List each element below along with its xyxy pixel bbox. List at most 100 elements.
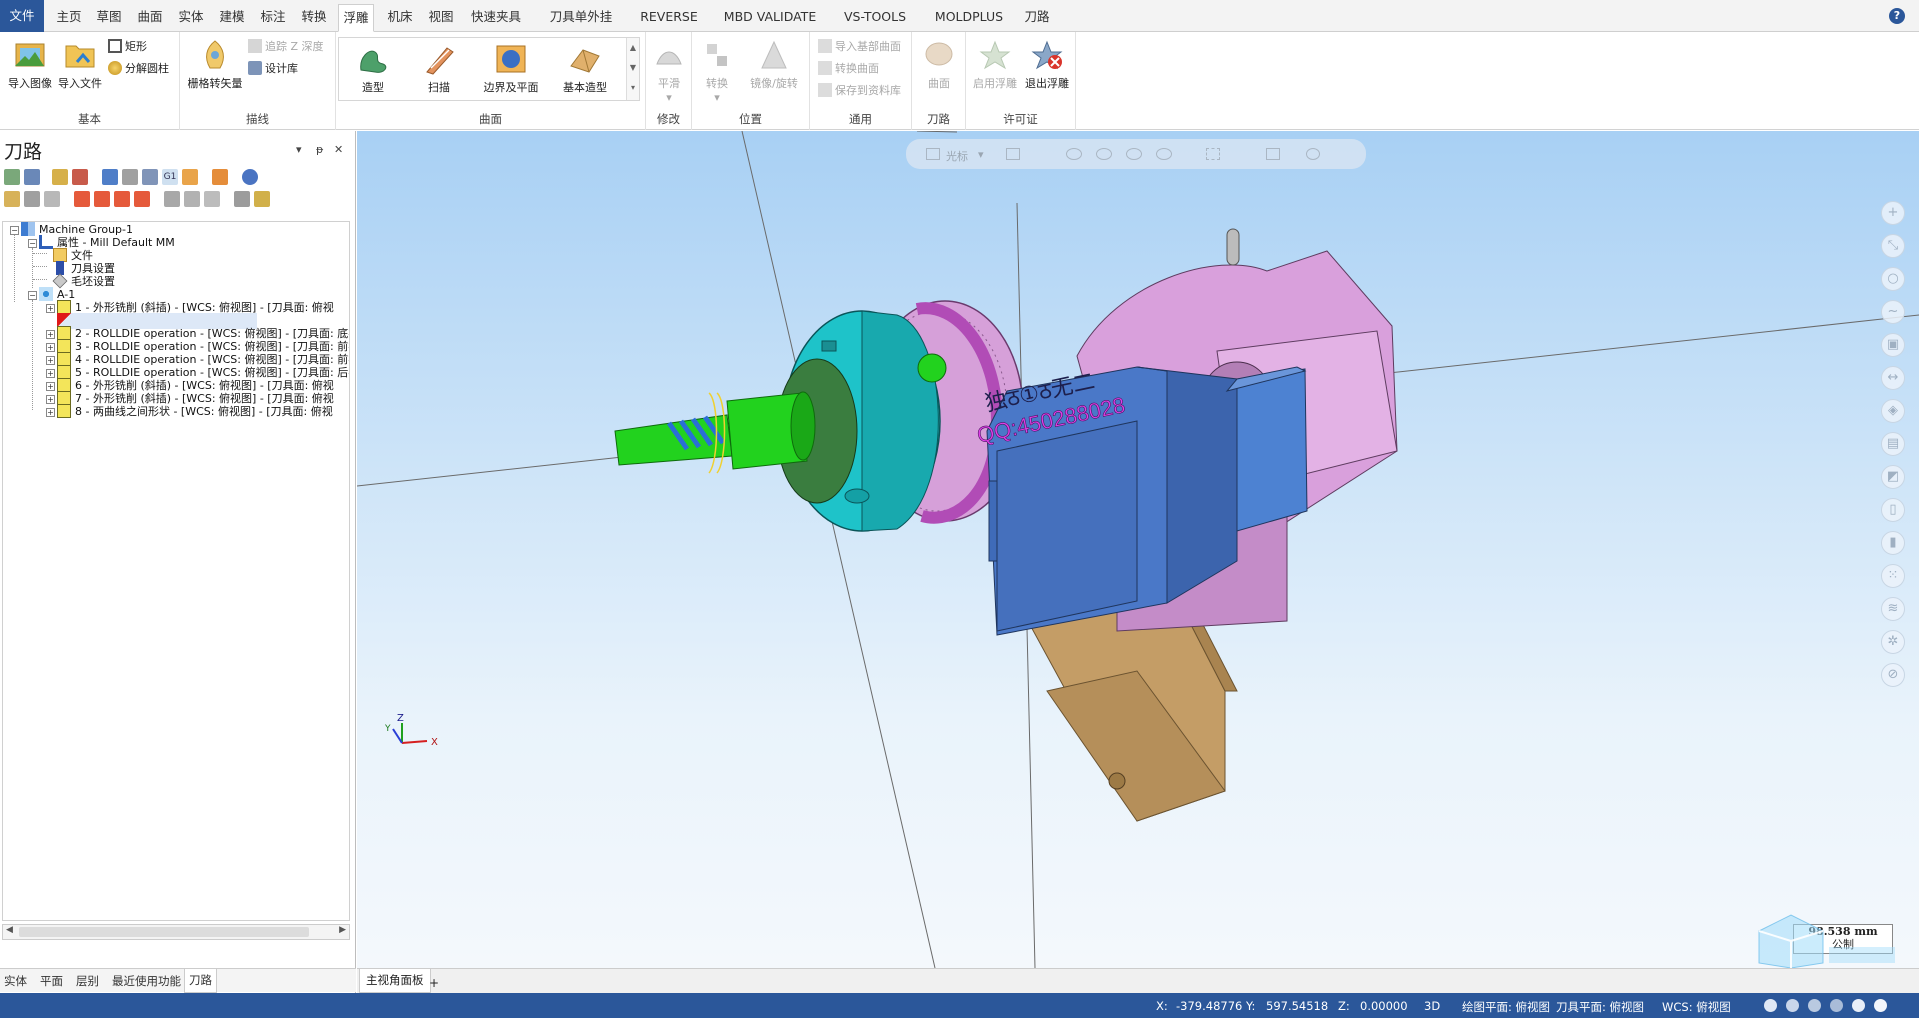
import-image-button[interactable]: 导入图像 bbox=[6, 38, 54, 91]
tab-relief[interactable]: 浮雕 bbox=[338, 4, 374, 32]
regenerate-dirty-icon[interactable] bbox=[72, 169, 88, 185]
analyze-icon[interactable]: ◈ bbox=[1881, 399, 1905, 423]
gplane-status[interactable]: 绘图平面: 俯视图 bbox=[1462, 999, 1550, 1015]
insert-arrow-icon[interactable] bbox=[114, 191, 130, 207]
grid-icon[interactable]: ⁙ bbox=[1881, 564, 1905, 588]
verify-icon[interactable] bbox=[122, 169, 138, 185]
view-cube-icon[interactable]: ▣ bbox=[1881, 333, 1905, 357]
shape-button[interactable]: 造型 bbox=[343, 42, 403, 95]
tab-transform[interactable]: 转换 bbox=[298, 4, 330, 31]
hidden-mode-icon[interactable] bbox=[1808, 999, 1821, 1012]
tab-quick-fixture[interactable]: 快速夹具 bbox=[466, 4, 526, 31]
display-mode-icon[interactable] bbox=[1764, 999, 1777, 1012]
tab-view[interactable]: 视图 bbox=[425, 4, 457, 31]
expand-toggle[interactable]: + bbox=[46, 369, 55, 378]
section-icon[interactable]: ▮ bbox=[1881, 531, 1905, 555]
regenerate-icon[interactable] bbox=[52, 169, 68, 185]
tab-moldplus[interactable]: MOLDPLUS bbox=[924, 4, 1014, 31]
tree-horizontal-scrollbar[interactable]: ◀ ▶ bbox=[2, 924, 350, 940]
select-all-icon[interactable] bbox=[4, 169, 20, 185]
panel-dropdown-icon[interactable]: ▾ bbox=[296, 143, 302, 156]
grid-to-vector-button[interactable]: 栅格转矢量 bbox=[186, 38, 244, 91]
tab-model-prep[interactable]: 建模 bbox=[216, 4, 248, 31]
shaded-mode-icon[interactable] bbox=[1830, 999, 1843, 1012]
show-holder-icon[interactable] bbox=[204, 191, 220, 207]
enable-relief-button[interactable]: 启用浮雕 bbox=[970, 38, 1020, 91]
tab-levels-manager[interactable]: 层别 bbox=[76, 973, 99, 989]
tab-sketch[interactable]: 草图 bbox=[93, 4, 125, 31]
save-to-library-button[interactable]: 保存到资料库 bbox=[818, 82, 901, 100]
help-toolpath-icon[interactable] bbox=[242, 169, 258, 185]
toggle-display-icon[interactable] bbox=[24, 191, 40, 207]
mirror-rotate-button[interactable]: 镜像/旋转 bbox=[742, 38, 806, 91]
sweep-button[interactable]: 扫描 bbox=[409, 42, 469, 95]
scroll-right-icon[interactable]: ▶ bbox=[339, 925, 346, 935]
options-icon[interactable] bbox=[254, 191, 270, 207]
import-file-button[interactable]: 导入文件 bbox=[56, 38, 104, 91]
expand-toggle[interactable]: − bbox=[28, 239, 37, 248]
tplane-status[interactable]: 刀具平面: 俯视图 bbox=[1556, 999, 1644, 1015]
post-g1-icon[interactable]: G1 bbox=[162, 169, 178, 185]
transform-button[interactable]: 转换 ▾ bbox=[696, 38, 738, 104]
wcs-status[interactable]: WCS: 俯视图 bbox=[1662, 999, 1731, 1015]
post-icon[interactable] bbox=[182, 169, 198, 185]
fit-icon[interactable]: ⤡ bbox=[1881, 234, 1905, 258]
zoom-in-icon[interactable]: + bbox=[1881, 201, 1905, 225]
mode-3d[interactable]: 3D bbox=[1424, 999, 1440, 1013]
z-coord-value[interactable]: 0.00000 bbox=[1360, 999, 1408, 1013]
scroll-arrow-icon[interactable] bbox=[134, 191, 150, 207]
wire-mode-icon[interactable] bbox=[1786, 999, 1799, 1012]
stack-icon[interactable]: ≋ bbox=[1881, 597, 1905, 621]
rectangle-button[interactable]: 矩形 bbox=[108, 38, 147, 56]
tab-solids[interactable]: 实体 bbox=[175, 4, 207, 31]
expand-toggle[interactable]: + bbox=[46, 382, 55, 391]
deselect-icon[interactable] bbox=[24, 169, 40, 185]
tab-toolpaths-manager[interactable]: 刀路 bbox=[184, 969, 217, 993]
tab-drafting[interactable]: 标注 bbox=[257, 4, 289, 31]
expand-toggle[interactable]: − bbox=[10, 226, 19, 235]
tree-operation[interactable]: 8 - 两曲线之间形状 - [WCS: 俯视图] - [刀具面: 俯视 bbox=[57, 404, 333, 420]
y-coord-value[interactable]: 597.54518 bbox=[1266, 999, 1328, 1013]
lock-icon[interactable] bbox=[4, 191, 20, 207]
high-feed-icon[interactable] bbox=[212, 169, 228, 185]
tab-recent-functions[interactable]: 最近使用功能 bbox=[112, 973, 181, 989]
x-coord-value[interactable]: -379.48776 bbox=[1176, 999, 1242, 1013]
toggle-post-icon[interactable] bbox=[44, 191, 60, 207]
surface-toolpath-button[interactable]: 曲面 bbox=[918, 38, 960, 91]
move-up-icon[interactable] bbox=[94, 191, 110, 207]
tab-solids-manager[interactable]: 实体 bbox=[4, 973, 27, 989]
tab-tool-sheet-plugin[interactable]: 刀具单外挂 bbox=[538, 4, 624, 31]
wireframe-icon[interactable]: ▯ bbox=[1881, 498, 1905, 522]
boundary-plane-button[interactable]: 边界及平面 bbox=[477, 42, 545, 95]
tab-planes-manager[interactable]: 平面 bbox=[40, 973, 63, 989]
settings-icon[interactable]: ✲ bbox=[1881, 630, 1905, 654]
tab-toolpaths[interactable]: 刀路 bbox=[1020, 4, 1054, 31]
curve-icon[interactable]: ~ bbox=[1881, 300, 1905, 324]
tab-surfaces[interactable]: 曲面 bbox=[134, 4, 166, 31]
tab-vs-tools[interactable]: VS-TOOLS bbox=[832, 4, 918, 31]
shading-icon[interactable]: ◩ bbox=[1881, 465, 1905, 489]
expand-toggle[interactable]: + bbox=[46, 330, 55, 339]
show-stock-icon[interactable] bbox=[184, 191, 200, 207]
smooth-button[interactable]: 平滑 ▾ bbox=[650, 38, 688, 104]
measure-icon[interactable]: ↔ bbox=[1881, 366, 1905, 390]
decompose-cylinder-button[interactable]: 分解圆柱 bbox=[108, 60, 169, 78]
expand-toggle[interactable]: − bbox=[28, 291, 37, 300]
layer-icon[interactable]: ▤ bbox=[1881, 432, 1905, 456]
viewsheet-main[interactable]: 主视角面板 bbox=[359, 969, 431, 993]
expand-toggle[interactable]: + bbox=[46, 395, 55, 404]
tab-file[interactable]: 文件 bbox=[0, 0, 44, 32]
design-library-button[interactable]: 设计库 bbox=[248, 60, 298, 78]
tab-reverse[interactable]: REVERSE bbox=[630, 4, 708, 31]
tab-machine[interactable]: 机床 bbox=[384, 4, 416, 31]
simulate-icon[interactable] bbox=[142, 169, 158, 185]
expand-toggle[interactable]: + bbox=[46, 356, 55, 365]
convert-surface-button[interactable]: 转换曲面 bbox=[818, 60, 879, 78]
basic-shape-button[interactable]: 基本造型 bbox=[551, 42, 619, 95]
scroll-left-icon[interactable]: ◀ bbox=[6, 925, 13, 935]
graphics-viewport[interactable]: 光标 ▾ 独ठ①ठ无二 QQ:450288028 Z X Y + ⤡ ○ ~ ▣… bbox=[357, 131, 1919, 968]
expand-toggle[interactable]: + bbox=[46, 304, 55, 313]
filter-icon[interactable] bbox=[234, 191, 250, 207]
tab-mbd-validate[interactable]: MBD VALIDATE bbox=[714, 4, 826, 31]
tab-home[interactable]: 主页 bbox=[54, 4, 84, 31]
